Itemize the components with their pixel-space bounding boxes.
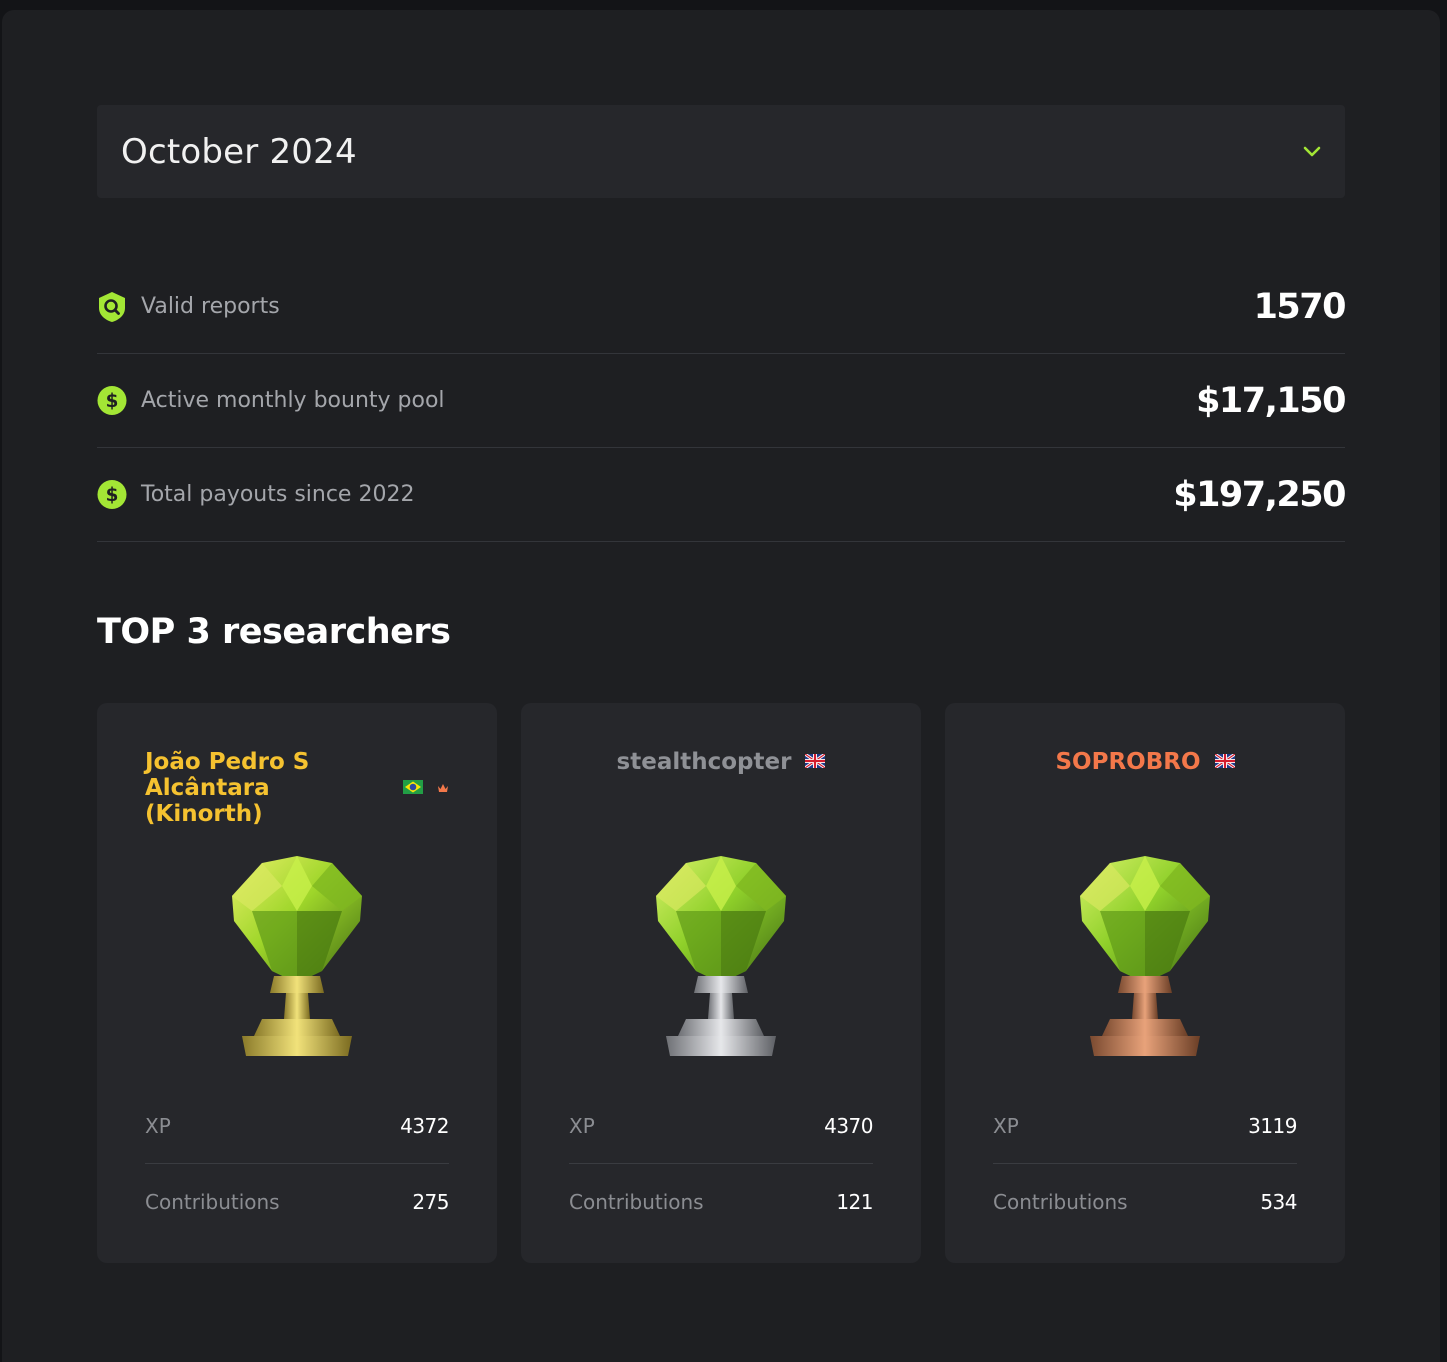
brazil-flag-icon bbox=[403, 779, 423, 798]
contributions-label: Contributions bbox=[569, 1190, 704, 1214]
crown-icon bbox=[437, 779, 449, 798]
researcher-header: João Pedro S Alcântara (Kinorth) bbox=[145, 749, 449, 827]
contributions-row: Contributions 534 bbox=[993, 1164, 1297, 1240]
xp-label: XP bbox=[993, 1113, 1019, 1138]
researcher-card[interactable]: stealthcopter XP 4370 Contributions 121 bbox=[521, 703, 921, 1263]
stat-label: Valid reports bbox=[141, 294, 280, 319]
contributions-label: Contributions bbox=[145, 1190, 280, 1214]
stat-value: $197,250 bbox=[1173, 474, 1346, 515]
svg-text:$: $ bbox=[106, 391, 119, 412]
shield-search-icon bbox=[97, 291, 127, 322]
contributions-value: 275 bbox=[412, 1190, 449, 1214]
stat-value: $17,150 bbox=[1196, 380, 1346, 421]
dollar-icon: $ bbox=[97, 385, 127, 416]
stat-row-bounty-pool: $ Active monthly bounty pool $17,150 bbox=[97, 354, 1346, 448]
xp-value: 4370 bbox=[824, 1113, 873, 1138]
gold-trophy-icon bbox=[212, 851, 382, 1070]
stat-value: 1570 bbox=[1253, 286, 1347, 327]
contributions-value: 534 bbox=[1260, 1190, 1297, 1214]
contributions-label: Contributions bbox=[993, 1190, 1128, 1214]
xp-row: XP 3119 bbox=[993, 1088, 1297, 1164]
researcher-card[interactable]: SOPROBRO XP 3119 Contributions 534 bbox=[945, 703, 1345, 1263]
researcher-stats: XP 4370 Contributions 121 bbox=[569, 1088, 873, 1240]
section-title: TOP 3 researchers bbox=[97, 612, 451, 652]
bronze-trophy-icon bbox=[1060, 851, 1230, 1070]
xp-row: XP 4370 bbox=[569, 1088, 873, 1164]
researcher-name[interactable]: SOPROBRO bbox=[1055, 749, 1200, 775]
uk-flag-icon bbox=[1213, 752, 1236, 772]
contributions-row: Contributions 121 bbox=[569, 1164, 873, 1240]
stats-list: Valid reports 1570 $ Active monthly boun… bbox=[97, 260, 1347, 542]
researcher-name[interactable]: João Pedro S Alcântara (Kinorth) bbox=[145, 749, 375, 827]
researcher-cards: João Pedro S Alcântara (Kinorth) XP 4372… bbox=[97, 703, 1345, 1263]
researcher-header: SOPROBRO bbox=[993, 749, 1297, 775]
xp-value: 3119 bbox=[1248, 1113, 1297, 1138]
researcher-stats: XP 4372 Contributions 275 bbox=[145, 1088, 449, 1240]
xp-row: XP 4372 bbox=[145, 1088, 449, 1164]
xp-label: XP bbox=[145, 1113, 171, 1138]
month-select[interactable]: October 2024 bbox=[97, 105, 1345, 198]
stat-label: Active monthly bounty pool bbox=[141, 388, 445, 413]
svg-text:$: $ bbox=[106, 485, 119, 506]
dollar-icon: $ bbox=[97, 479, 127, 510]
chevron-down-icon bbox=[1303, 146, 1321, 158]
xp-value: 4372 bbox=[400, 1113, 449, 1138]
researcher-card[interactable]: João Pedro S Alcântara (Kinorth) XP 4372… bbox=[97, 703, 497, 1263]
researcher-header: stealthcopter bbox=[569, 749, 873, 775]
researcher-stats: XP 3119 Contributions 534 bbox=[993, 1088, 1297, 1240]
contributions-row: Contributions 275 bbox=[145, 1164, 449, 1240]
researcher-name[interactable]: stealthcopter bbox=[617, 749, 792, 775]
silver-trophy-icon bbox=[636, 851, 806, 1070]
uk-flag-icon bbox=[804, 752, 827, 772]
month-select-value: October 2024 bbox=[121, 131, 357, 172]
stat-row-valid-reports: Valid reports 1570 bbox=[97, 260, 1347, 354]
contributions-value: 121 bbox=[836, 1190, 873, 1214]
stat-row-total-payouts: $ Total payouts since 2022 $197,250 bbox=[97, 448, 1346, 542]
xp-label: XP bbox=[569, 1113, 595, 1138]
stat-label: Total payouts since 2022 bbox=[141, 482, 415, 507]
